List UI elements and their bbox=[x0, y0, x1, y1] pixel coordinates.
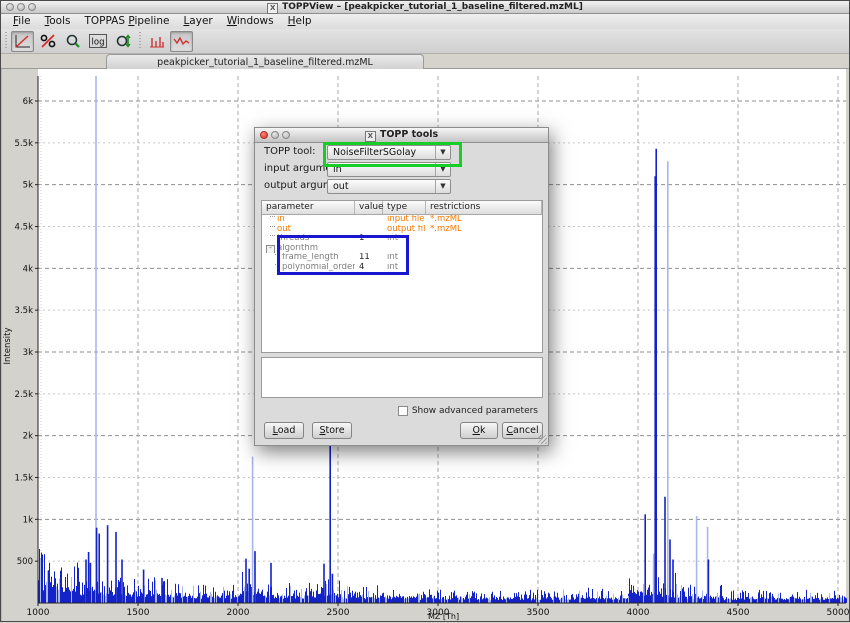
dialog-titlebar: XTOPP tools bbox=[255, 128, 548, 143]
svg-text:5.5k: 5.5k bbox=[15, 139, 34, 149]
tree-collapse-icon[interactable]: - bbox=[266, 245, 275, 254]
axes-diagonal-icon bbox=[14, 34, 31, 49]
svg-text:2k: 2k bbox=[23, 432, 33, 442]
load-button[interactable]: Load bbox=[264, 422, 304, 439]
svg-text:2000: 2000 bbox=[227, 608, 250, 618]
resize-grip[interactable] bbox=[538, 435, 547, 444]
svg-text:3k: 3k bbox=[23, 348, 33, 358]
svg-text:2500: 2500 bbox=[327, 608, 350, 618]
tabbar: peakpicker_tutorial_1_baseline_filtered.… bbox=[1, 53, 849, 69]
zoom-button[interactable] bbox=[61, 31, 84, 52]
parameter-row-out[interactable]: outoutput file*.mzML bbox=[262, 225, 542, 235]
svg-text:4500: 4500 bbox=[727, 608, 750, 618]
output-argument-select[interactable]: out▼ bbox=[327, 179, 451, 194]
dialog-x11-icon: X bbox=[365, 131, 376, 142]
topp-tools-dialog: XTOPP tools TOPP tool: NoiseFilterSGolay… bbox=[254, 127, 549, 446]
topp-tool-label: TOPP tool: bbox=[264, 145, 316, 159]
chevron-down-icon: ▼ bbox=[435, 180, 450, 193]
parameter-row-in[interactable]: ininput file*.mzML bbox=[262, 215, 542, 225]
ok-button[interactable]: Ok bbox=[460, 422, 498, 439]
show-advanced-label: Show advanced parameters bbox=[412, 406, 538, 416]
toolbar-handle[interactable] bbox=[137, 32, 142, 50]
menu-item-toppas-pipeline[interactable]: TOPPAS Pipeline bbox=[77, 14, 176, 29]
show-advanced-checkbox[interactable] bbox=[398, 406, 408, 416]
svg-text:1000: 1000 bbox=[27, 608, 50, 618]
svg-text:6k: 6k bbox=[23, 97, 33, 107]
advanced-parameters-row: Show advanced parameters bbox=[255, 405, 538, 417]
log-icon: log bbox=[89, 34, 107, 48]
menu-item-layer[interactable]: Layer bbox=[176, 14, 219, 29]
y-axis-title: Intensity bbox=[3, 328, 13, 365]
column-header-value[interactable]: value bbox=[355, 201, 383, 214]
cancel-button[interactable]: Cancel bbox=[502, 422, 543, 439]
menu-item-windows[interactable]: Windows bbox=[220, 14, 281, 29]
blue-highlight-box bbox=[277, 235, 409, 275]
svg-text:3500: 3500 bbox=[527, 608, 550, 618]
x-axis-title: MZ [Th] bbox=[428, 612, 459, 621]
svg-text:1500: 1500 bbox=[127, 608, 150, 618]
menubar: FileToolsTOPPAS PipelineLayerWindowsHelp bbox=[1, 14, 849, 30]
menu-item-help[interactable]: Help bbox=[281, 14, 319, 29]
svg-text:500: 500 bbox=[17, 557, 33, 567]
percentage-intensity-button[interactable] bbox=[36, 31, 59, 52]
reset-axes-button[interactable] bbox=[11, 31, 34, 52]
column-header-restrictions[interactable]: restrictions bbox=[426, 201, 542, 214]
green-highlight-box bbox=[323, 142, 462, 167]
magnifier-icon bbox=[65, 34, 81, 49]
magnifier-arrows-icon bbox=[115, 34, 131, 49]
parameter-description-box bbox=[261, 357, 543, 398]
window-title: XTOPPView – [peakpicker_tutorial_1_basel… bbox=[1, 1, 849, 13]
polyline-icon bbox=[173, 35, 190, 48]
svg-text:4000: 4000 bbox=[627, 608, 650, 618]
menu-item-file[interactable]: File bbox=[6, 14, 38, 29]
dialog-title: XTOPP tools bbox=[255, 128, 548, 142]
parameter-table-header: parametervaluetyperestrictions bbox=[262, 201, 542, 215]
column-header-parameter[interactable]: parameter bbox=[262, 201, 355, 214]
stick-plot-icon bbox=[149, 34, 165, 48]
svg-text:2.5k: 2.5k bbox=[15, 390, 34, 400]
toolbar: log bbox=[1, 29, 849, 54]
log-intensity-button[interactable]: log bbox=[86, 31, 109, 52]
svg-text:1.5k: 1.5k bbox=[15, 474, 34, 484]
window-titlebar: XTOPPView – [peakpicker_tutorial_1_basel… bbox=[1, 1, 849, 14]
svg-text:5000: 5000 bbox=[827, 608, 850, 618]
percent-icon bbox=[40, 34, 56, 48]
svg-text:5k: 5k bbox=[23, 181, 33, 191]
svg-text:4k: 4k bbox=[23, 264, 33, 274]
toolbar-handle[interactable] bbox=[3, 32, 8, 50]
svg-text:log: log bbox=[91, 38, 104, 48]
svg-text:3.5k: 3.5k bbox=[15, 306, 34, 316]
peak-mode-button[interactable] bbox=[145, 31, 168, 52]
raw-data-mode-button[interactable] bbox=[170, 31, 193, 52]
svg-text:1k: 1k bbox=[23, 515, 33, 525]
zoom-stack-button[interactable] bbox=[111, 31, 134, 52]
svg-text:4.5k: 4.5k bbox=[15, 223, 34, 233]
tab-spectrum-file[interactable]: peakpicker_tutorial_1_baseline_filtered.… bbox=[106, 54, 424, 69]
toppview-window: XTOPPView – [peakpicker_tutorial_1_basel… bbox=[0, 0, 850, 622]
app-x11-icon: X bbox=[267, 3, 278, 14]
menu-item-tools[interactable]: Tools bbox=[38, 14, 78, 29]
parameter-table[interactable]: parametervaluetyperestrictions ininput f… bbox=[261, 200, 543, 353]
store-button[interactable]: Store bbox=[312, 422, 352, 439]
column-header-type[interactable]: type bbox=[383, 201, 426, 214]
